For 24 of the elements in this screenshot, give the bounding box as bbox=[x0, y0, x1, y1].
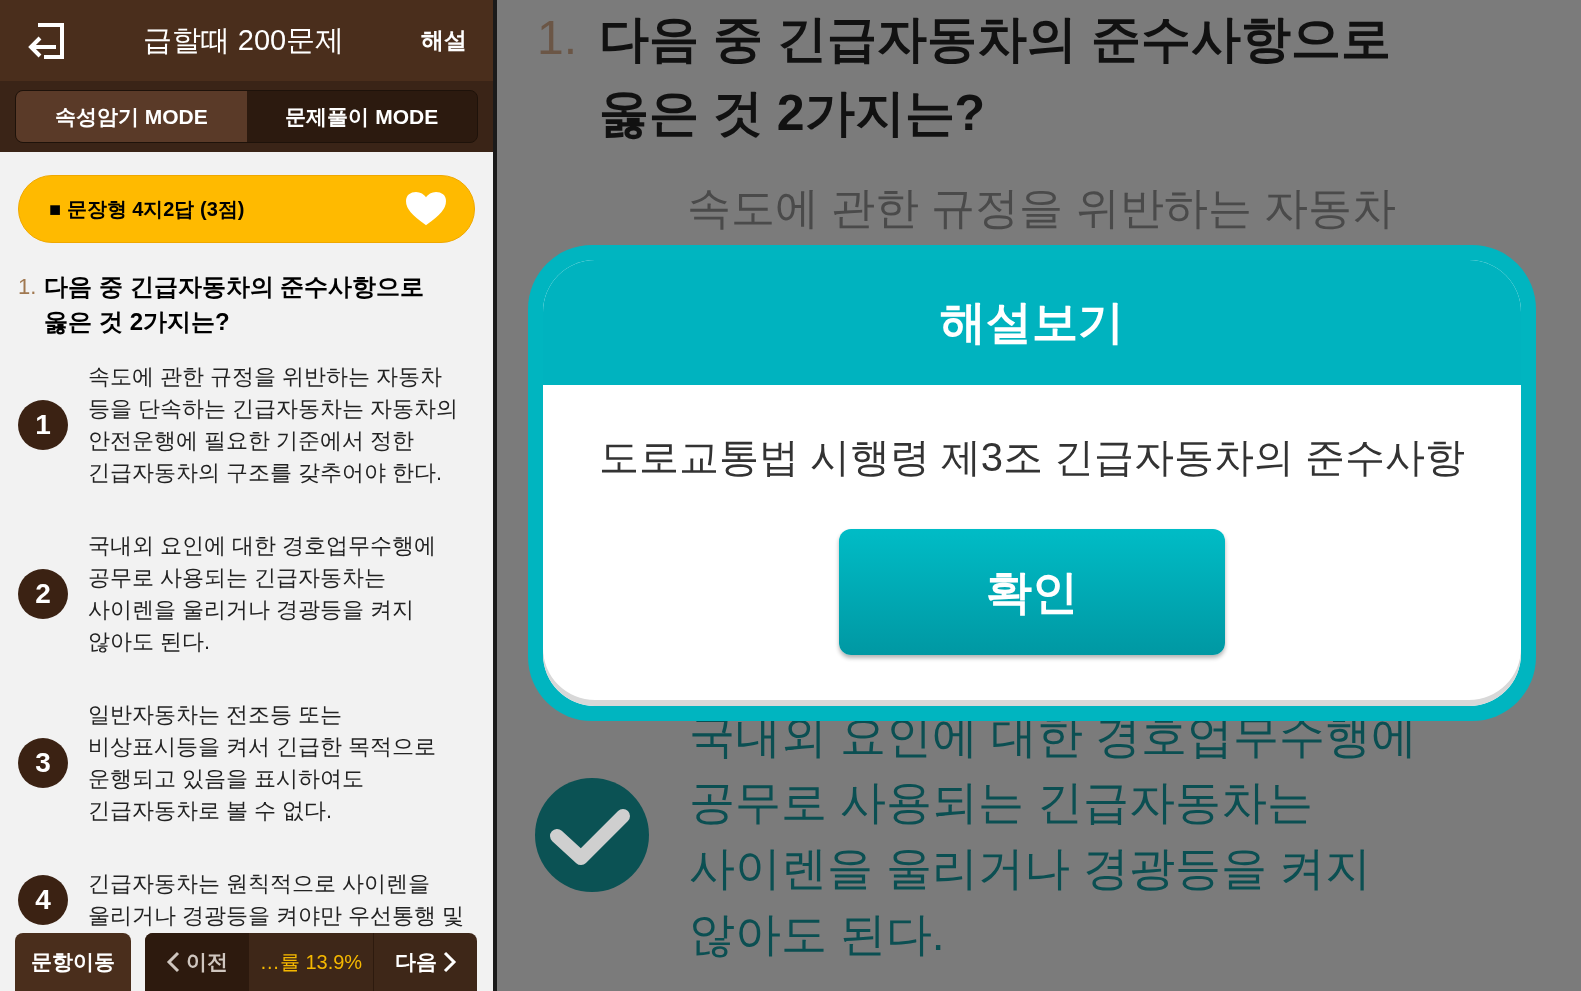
dialog-text: 도로교통법 시행령 제3조 긴급자동차의 준수사항 bbox=[598, 434, 1466, 481]
chevron-right-icon bbox=[442, 951, 457, 973]
explanation-button[interactable]: 해설 bbox=[421, 23, 467, 58]
question-type-label: ■ 문장형 4지2답 (3점) bbox=[49, 197, 246, 222]
jump-button[interactable]: 문항이동 bbox=[15, 933, 131, 991]
next-button[interactable]: 다음 bbox=[373, 933, 477, 991]
choice-number[interactable]: 1 bbox=[18, 400, 68, 450]
choice-text[interactable]: 긴급자동차는 원칙적으로 사이렌을 울리거나 경광등을 켜야만 우선통행 및 bbox=[88, 868, 464, 932]
choice-number[interactable]: 4 bbox=[18, 875, 68, 925]
choice-text[interactable]: 일반자동차는 전조등 또는 비상표시등을 켜서 긴급한 목적으로 운행되고 있음을 표시하여도 긴급자동차로 볼 수 없다. bbox=[88, 699, 436, 827]
previous-button[interactable]: 이전 bbox=[145, 933, 249, 991]
choice-text[interactable]: 속도에 관한 규정을 위반하는 자동차 등을 단속하는 긴급자동차는 자동차의 안전운행에 필요한 기준에서 정한 긴급자동차의 구조를 갖추어야 한다. bbox=[88, 361, 458, 489]
choice-number[interactable]: 2 bbox=[18, 569, 68, 619]
question-text: 다음 중 긴급자동차의 준수사항으로 옳은 것 2가지는? bbox=[599, 10, 1391, 143]
dialog-title: 해설보기 bbox=[940, 295, 1124, 350]
back-icon[interactable] bbox=[26, 20, 66, 61]
correct-rate: …률 13.9% bbox=[258, 950, 364, 975]
choice-text[interactable]: 국내외 요인에 대한 경호업무수행에 공무로 사용되는 긴급자동차는 사이렌을 울리거나 경광등을 켜지 않아도 된다. bbox=[88, 530, 436, 658]
choice-number[interactable]: 3 bbox=[18, 738, 68, 788]
screen-title: 급할때 200문제 bbox=[141, 22, 346, 58]
chevron-left-icon bbox=[166, 951, 180, 973]
question-text: 다음 중 긴급자동차의 준수사항으로 옳은 것 2가지는? bbox=[44, 272, 426, 337]
question-number: 1. bbox=[18, 273, 37, 301]
mode-tab[interactable]: 속성암기 MODE bbox=[16, 91, 247, 142]
